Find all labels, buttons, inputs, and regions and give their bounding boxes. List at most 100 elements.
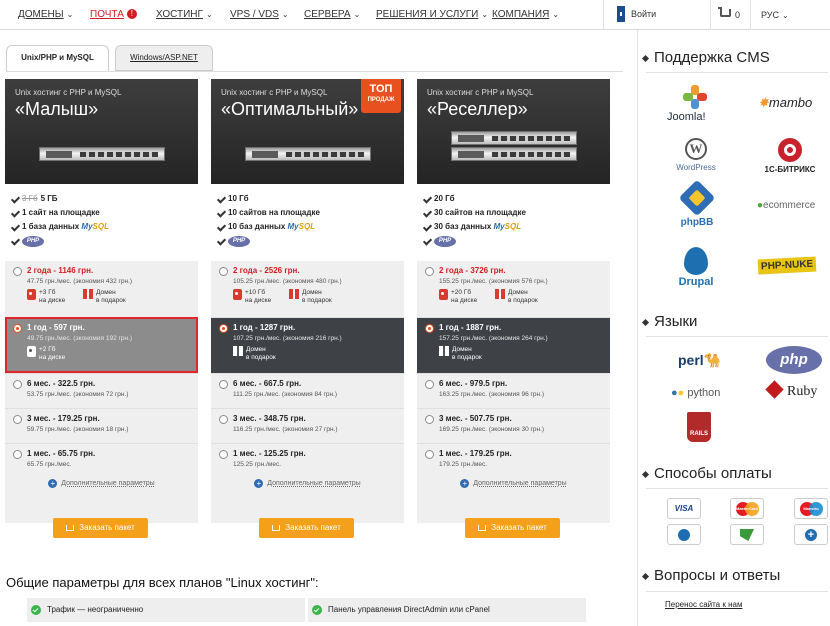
price-option[interactable]: 1 мес. - 65.75 грн. 65.75 грн./мес. [5,443,198,478]
plus-icon: + [254,479,264,488]
radio-button[interactable] [219,267,228,276]
radio-button[interactable] [425,380,434,389]
php-icon: PHP [228,236,250,247]
radio-button[interactable] [13,324,22,333]
login-link[interactable]: Войти [631,9,656,19]
bonus-disk-text: +2 Гб на диске [39,346,66,361]
disk-icon [27,346,36,357]
gift-icon [233,346,243,356]
mysql-logo: MySQL [493,222,522,231]
price-option[interactable]: 2 года - 1146 грн. 47.75 грн./мес. (эконо… [5,261,198,317]
cart-count: 0 [735,10,741,20]
option-title: 1 год - 597 грн. [27,323,85,332]
chevron-down-icon: ⌄ [782,11,789,20]
top-navigation: ДОМЕНЫ ⌄ ПОЧТА! ХОСТИНГ ⌄ VPS / VDS ⌄ СЕРВЕ… [0,0,830,30]
bonus-domain-text: Домен в подарок [246,346,276,361]
nav-vps[interactable]: VPS / VDS ⌄ [230,9,289,20]
gift-icon [439,346,449,356]
radio-button[interactable] [13,415,22,424]
price-option[interactable]: 2 года - 2526 грн. 105.25 грн./мес. (экон… [211,261,404,317]
feature-disk: 3 Гб 5 ГБ [5,194,198,208]
order-button[interactable]: Заказать пакет [259,518,354,538]
radio-button[interactable] [219,450,228,459]
tab-windows[interactable]: Windows/ASP.NET [115,45,213,71]
radio-button[interactable] [425,267,434,276]
sidebar: Поддержка CMS Joomla! ✸mambo W WordPress… [637,30,830,626]
rails-logo: RAILS [687,412,711,442]
price-option[interactable]: 1 мес. - 125.25 грн. 125.25 грн./мес. [211,443,404,478]
price-option[interactable]: 1 мес. - 179.25 грн. 179.25 грн./мес. [417,443,610,478]
plan-header: Unix хостинг с PHP и MySQL «Оптимальный» Т… [211,79,404,184]
door-icon [617,6,625,22]
more-params-link[interactable]: + Дополнительные параметры [211,479,404,488]
price-option[interactable]: 6 мес. - 979.5 грн. 163.25 грн./мес. (эко… [417,373,610,408]
radio-button[interactable] [219,415,228,424]
price-option[interactable]: 3 мес. - 348.75 грн. 116.25 грн./мес. (эк… [211,408,404,443]
order-button[interactable]: Заказать пакет [53,518,148,538]
nav-servers[interactable]: СЕРВЕРА ⌄ [304,9,360,20]
bonus-disk-text: +20 Гб на диске [451,289,478,304]
nav-mail[interactable]: ПОЧТА! [90,9,137,20]
more-params-link[interactable]: + Дополнительные параметры [5,479,198,488]
chevron-down-icon: ⌄ [353,10,361,19]
faq-link[interactable]: Перенос сайта к нам [665,600,742,609]
option-title: 2 года - 1146 грн. [27,266,94,275]
radio-button[interactable] [425,450,434,459]
language-select[interactable]: РУС ⌄ [761,10,789,20]
price-option[interactable]: 6 мес. - 322.5 грн. 53.75 грн./мес. (экон… [5,373,198,408]
option-title: 1 мес. - 179.25 грн. [439,449,512,458]
feature-sites: 10 сайтов на площадке [211,208,404,222]
plus-icon: + [48,479,58,488]
nav-solutions[interactable]: РЕШЕНИЯ И УСЛУГИ ⌄ [376,9,488,20]
nav-hosting[interactable]: ХОСТИНГ ⌄ [156,9,213,20]
plus-icon[interactable]: + [794,524,828,545]
price-option[interactable]: 2 года - 3726 грн. 155.25 грн./мес. (экон… [417,261,610,317]
phpnuke-logo: PHP-NUKE [757,256,817,275]
plan-card: Unix хостинг с PHP и MySQL «Оптимальный» Т… [211,79,404,538]
tab-unix[interactable]: Unix/PHP и MySQL [6,45,109,72]
feature-disk: 20 Гб [417,194,610,208]
option-note: 49.75 грн./мес. (экономия 192 грн.) [27,335,133,342]
param-traffic: Трафик — неограниченно [27,598,305,622]
order-button[interactable]: Заказать пакет [465,518,560,538]
option-title: 3 мес. - 348.75 грн. [233,414,306,423]
feature-php: PHP [417,236,610,250]
radio-button[interactable] [425,324,434,333]
radio-button[interactable] [13,380,22,389]
more-params-link[interactable]: + Дополнительные параметры [417,479,610,488]
nav-company[interactable]: КОМПАНИЯ ⌄ [492,9,559,20]
radio-button[interactable] [219,380,228,389]
chevron-down-icon: ⌄ [552,10,560,19]
price-option[interactable]: 3 мес. - 507.75 грн. 169.25 грн./мес. (эк… [417,408,610,443]
ruby-logo: Ruby [765,380,817,400]
option-title: 6 мес. - 667.5 грн. [233,379,302,388]
price-option[interactable]: 3 мес. - 179.25 грн. 59.75 грн./мес. (эко… [5,408,198,443]
cart-icon[interactable] [718,7,731,17]
divider [603,0,604,30]
price-option[interactable]: 1 год - 597 грн. 49.75 грн./мес. (экономи… [5,317,198,373]
option-note: 157.25 грн./мес. (экономия 264 грн.) [439,335,548,342]
bonus-domain-text: Домен в подарок [302,289,332,304]
joomla-logo: Joomla! [667,85,727,127]
nav-domains[interactable]: ДОМЕНЫ ⌄ [18,9,73,20]
radio-button[interactable] [219,324,228,333]
price-option[interactable]: 1 год - 1287 грн. 107.25 грн./мес. (эконо… [211,317,404,373]
php-icon: PHP [434,236,456,247]
drupal-logo: Drupal [674,247,718,288]
feature-sites: 30 сайтов на площадке [417,208,610,222]
feature-db: 10 баз данных MySQL [211,222,404,236]
chevron-down-icon: ⌄ [66,10,74,19]
disk-icon [27,289,36,300]
radio-button[interactable] [13,450,22,459]
option-note: 105.25 грн./мес. (экономия 480 грн.) [233,278,342,285]
radio-button[interactable] [425,415,434,424]
price-option[interactable]: 6 мес. - 667.5 грн. 111.25 грн./мес. (эко… [211,373,404,408]
feature-php: PHP [211,236,404,250]
plan-subtitle: Unix хостинг с PHP и MySQL [221,88,328,97]
cart-icon [66,525,75,531]
price-option[interactable]: 1 год - 1887 грн. 157.25 грн./мес. (эконо… [417,317,610,373]
radio-button[interactable] [13,267,22,276]
bonus-disk: +3 Гб на диске [27,289,65,305]
option-note: 47.75 грн./мес. (экономия 432 грн.) [27,278,133,285]
ecommerce-logo: ●ecommerce [757,200,816,211]
